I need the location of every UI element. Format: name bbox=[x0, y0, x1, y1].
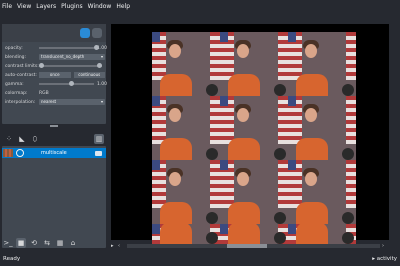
colormap-value: RGB bbox=[39, 90, 49, 96]
menu-bar: File View Layers Plugins Window Help bbox=[0, 0, 400, 12]
colormap-row: colormap: RGB bbox=[5, 90, 49, 96]
gamma-slider[interactable] bbox=[39, 81, 94, 86]
roll-icon[interactable]: ⟲ bbox=[29, 238, 39, 248]
status-text: Ready bbox=[3, 256, 21, 262]
dims-scroll-thumb[interactable] bbox=[227, 244, 267, 248]
eye-icon[interactable] bbox=[16, 149, 24, 157]
grid-icon[interactable]: ▦ bbox=[55, 238, 65, 248]
layer-thumbnail bbox=[3, 149, 13, 157]
canvas[interactable] bbox=[111, 24, 389, 244]
play-icon[interactable]: ▸ bbox=[111, 243, 118, 249]
image-tile bbox=[220, 32, 288, 96]
auto-contrast-row: auto-contrast: once continuous bbox=[5, 71, 105, 79]
bottom-strip bbox=[0, 266, 400, 280]
menu-window[interactable]: Window bbox=[88, 3, 112, 10]
layer-item[interactable]: multiscale bbox=[2, 148, 106, 158]
dims-scroll-track[interactable] bbox=[127, 244, 380, 248]
menu-file[interactable]: File bbox=[2, 3, 12, 10]
activity-button[interactable]: ▸ activity bbox=[372, 256, 397, 262]
layer-buttons: ⁘ ◣ ⬯ ▥ bbox=[2, 132, 106, 146]
layer-list: multiscale bbox=[2, 146, 106, 248]
menu-view[interactable]: View bbox=[17, 3, 31, 10]
transform-icon[interactable] bbox=[80, 28, 90, 38]
image-tile bbox=[220, 96, 288, 160]
labels-icon[interactable]: ⬯ bbox=[30, 134, 40, 144]
image-tile bbox=[152, 160, 220, 224]
opacity-slider[interactable] bbox=[39, 45, 99, 50]
step-forward-icon[interactable]: › bbox=[382, 243, 389, 249]
opacity-row: opacity: 1.00 bbox=[5, 45, 108, 51]
interpolation-dropdown[interactable]: nearest bbox=[39, 99, 105, 105]
contrast-slider[interactable] bbox=[39, 63, 102, 68]
image-tile bbox=[152, 96, 220, 160]
blending-dropdown[interactable]: translucent_no_depth bbox=[39, 54, 105, 60]
home-icon[interactable]: ⌂ bbox=[68, 238, 78, 248]
image-tile bbox=[220, 224, 288, 244]
layer-controls-toolbar bbox=[2, 24, 106, 42]
status-bar: Ready ▸ activity bbox=[0, 252, 400, 266]
image-tile bbox=[288, 32, 356, 96]
ndisplay-icon[interactable]: ■ bbox=[16, 238, 26, 248]
shapes-icon[interactable]: ◣ bbox=[17, 134, 27, 144]
layer-controls-panel: opacity: 1.00 blending: translucent_no_d… bbox=[2, 24, 108, 124]
gamma-row: gamma: 1.00 bbox=[5, 81, 108, 87]
left-dock: opacity: 1.00 blending: translucent_no_d… bbox=[0, 22, 110, 248]
dock-splitter-handle[interactable] bbox=[50, 125, 58, 127]
interpolation-row: interpolation: nearest bbox=[5, 98, 105, 106]
pan-zoom-icon[interactable] bbox=[92, 28, 102, 38]
image-tile bbox=[152, 224, 220, 244]
points-icon[interactable]: ⁘ bbox=[4, 134, 14, 144]
console-icon[interactable]: >_ bbox=[3, 238, 13, 248]
auto-continuous-button[interactable]: continuous bbox=[73, 72, 105, 78]
transpose-icon[interactable]: ⇆ bbox=[42, 238, 52, 248]
auto-once-button[interactable]: once bbox=[39, 72, 71, 78]
menu-layers[interactable]: Layers bbox=[36, 3, 56, 10]
image-tile bbox=[152, 32, 220, 96]
dims-slider: ▸ ‹ › bbox=[111, 242, 389, 250]
image-tile bbox=[288, 96, 356, 160]
delete-icon[interactable]: ▥ bbox=[94, 134, 104, 144]
layer-name[interactable]: multiscale bbox=[41, 150, 95, 156]
viewer-buttons: >_ ■ ⟲ ⇆ ▦ ⌂ bbox=[0, 236, 110, 250]
contrast-row: contrast limits: bbox=[5, 62, 105, 70]
image-tile bbox=[288, 160, 356, 224]
menu-help[interactable]: Help bbox=[116, 3, 130, 10]
menu-plugins[interactable]: Plugins bbox=[61, 3, 83, 10]
image-tile bbox=[220, 160, 288, 224]
step-back-icon[interactable]: ‹ bbox=[118, 243, 125, 249]
image-layer-icon bbox=[95, 150, 102, 156]
blending-row: blending: translucent_no_depth bbox=[5, 53, 105, 61]
image-tile bbox=[288, 224, 356, 244]
